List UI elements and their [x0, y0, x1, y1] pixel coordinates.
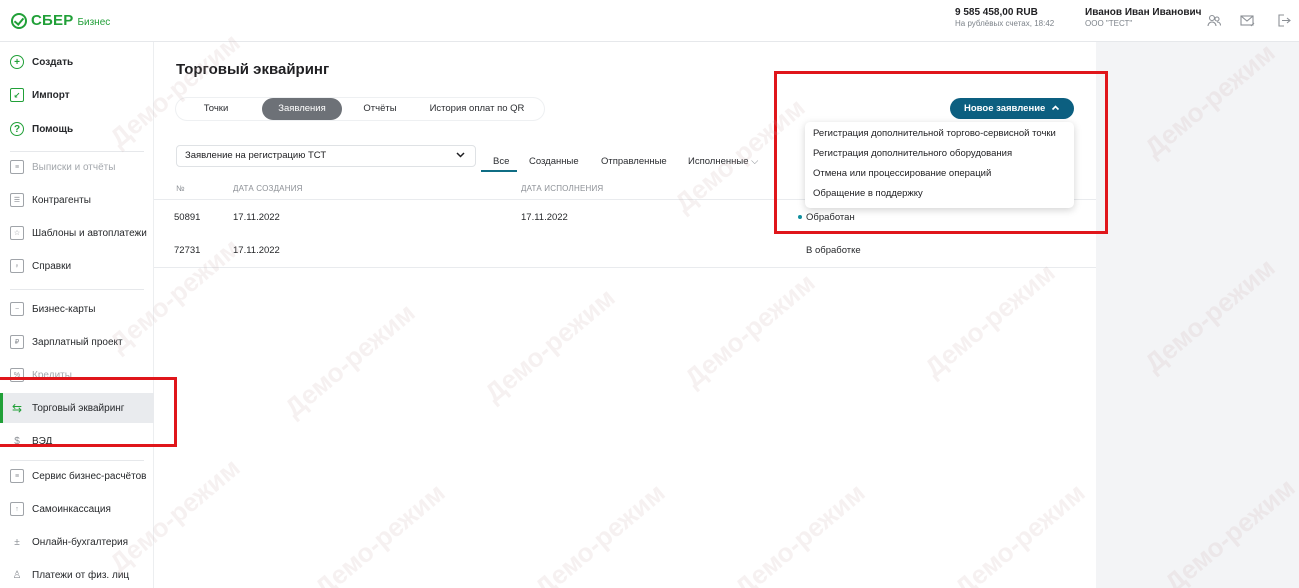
payments-icon: ♙ — [12, 569, 22, 581]
user-name: Иванов Иван Иванович — [1085, 7, 1202, 18]
sidebar-item-certificates[interactable]: ♀ Справки — [0, 251, 154, 281]
sidebar-item-label: Справки — [32, 260, 72, 272]
filter-all[interactable]: Все — [493, 156, 509, 167]
table-row[interactable]: 72731 17.11.2022 В обработке — [154, 238, 1096, 262]
sidebar-item-salary[interactable]: ₽ Зарплатный проект — [0, 327, 154, 357]
page-title: Торговый эквайринг — [176, 61, 330, 78]
business-settlements-icon: ≡ — [10, 469, 24, 483]
row-executed-date: 17.11.2022 — [521, 212, 568, 223]
column-executed-date: ДАТА ИСПОЛНЕНИЯ — [521, 184, 604, 193]
filter-executed[interactable]: Исполненные ⌵ — [688, 156, 758, 167]
user-menu[interactable]: Иванов Иван Иванович ООО "ТЕСТ" — [1085, 7, 1201, 28]
sidebar-item-business-settlements[interactable]: ≡ Сервис бизнес-расчётов — [0, 461, 154, 491]
sidebar-item-label: Шаблоны и автоплатежи — [32, 227, 147, 239]
highlight-box-new-request — [774, 71, 1108, 234]
chevron-down-icon — [456, 146, 465, 166]
sidebar: + Создать ↙ Импорт ? Помощь ≡ Выписки и … — [0, 42, 154, 588]
sidebar-item-label: Сервис бизнес-расчётов — [32, 470, 147, 482]
sber-logo-icon — [11, 12, 27, 29]
logo-brand-name: СБЕР — [31, 12, 74, 29]
logo-brand-suffix: Бизнес — [77, 16, 111, 28]
sidebar-divider — [10, 289, 144, 290]
sidebar-item-help[interactable]: ? Помощь — [0, 114, 154, 144]
sidebar-item-payments[interactable]: ♙ Платежи от физ. лиц — [0, 560, 154, 588]
logout-icon[interactable] — [1276, 14, 1292, 28]
sidebar-item-self-collection[interactable]: ↑ Самоинкассация — [0, 494, 154, 524]
tab-applications[interactable]: Заявления — [262, 98, 342, 120]
balance-caption: На рублёвых счетах, 18:42 — [955, 19, 1055, 28]
sidebar-item-label: Самоинкассация — [32, 503, 111, 515]
row-number: 50891 — [174, 212, 201, 223]
sidebar-item-label: Платежи от физ. лиц — [32, 569, 130, 581]
sidebar-item-label: Контрагенты — [32, 194, 91, 206]
plus-circle-icon: + — [10, 55, 24, 69]
row-created-date: 17.11.2022 — [233, 245, 280, 256]
templates-icon: ☆ — [10, 226, 24, 240]
filter-created[interactable]: Созданные — [529, 156, 579, 167]
salary-icon: ₽ — [10, 335, 24, 349]
sidebar-item-label: Помощь — [32, 123, 74, 135]
column-created-date: ДАТА СОЗДАНИЯ — [233, 184, 303, 193]
top-header: СБЕР Бизнес 9 585 458,00 RUB На рублёвых… — [0, 0, 1299, 42]
active-filter-underline — [481, 170, 517, 172]
account-balance[interactable]: 9 585 458,00 RUB На рублёвых счетах, 18:… — [955, 7, 1054, 28]
filter-sent[interactable]: Отправленные — [601, 156, 667, 167]
sidebar-item-import[interactable]: ↙ Импорт — [0, 80, 154, 110]
sidebar-item-label: Выписки и отчёты — [32, 161, 116, 173]
filter-executed-label: Исполненные — [688, 156, 749, 167]
mail-icon[interactable] — [1240, 14, 1256, 28]
sidebar-item-label: Создать — [32, 56, 74, 68]
certificates-icon: ♀ — [10, 259, 24, 273]
accounting-icon: ± — [14, 536, 20, 548]
column-number: № — [176, 184, 185, 193]
tab-qr-history[interactable]: История оплат по QR — [418, 98, 536, 120]
sidebar-item-accounting[interactable]: ± Онлайн-бухгалтерия — [0, 527, 154, 557]
sidebar-item-label: Зарплатный проект — [32, 336, 123, 348]
help-icon: ? — [10, 122, 24, 136]
sidebar-item-business-cards[interactable]: − Бизнес-карты — [0, 294, 154, 324]
statements-icon: ≡ — [10, 160, 24, 174]
application-type-select[interactable]: Заявление на регистрацию ТСТ — [176, 145, 476, 167]
row-created-date: 17.11.2022 — [233, 212, 280, 223]
sidebar-item-label: Онлайн-бухгалтерия — [32, 536, 129, 548]
balance-amount: 9 585 458,00 RUB — [955, 7, 1038, 18]
section-tabs: Точки Заявления Отчёты История оплат по … — [176, 98, 544, 120]
sidebar-item-label: Импорт — [32, 89, 70, 101]
sidebar-item-templates[interactable]: ☆ Шаблоны и автоплатежи — [0, 218, 154, 248]
select-value: Заявление на регистрацию ТСТ — [185, 150, 327, 161]
sidebar-item-create[interactable]: + Создать — [0, 47, 154, 77]
profile-icon[interactable] — [1206, 14, 1222, 28]
right-panel — [1096, 42, 1299, 588]
sber-logo[interactable]: СБЕР Бизнес — [11, 12, 110, 29]
organization-name: ООО "ТЕСТ" — [1085, 19, 1133, 28]
table-bottom-border — [154, 267, 1096, 268]
highlight-box-acquiring — [0, 377, 177, 447]
row-status: В обработке — [806, 245, 861, 256]
self-collection-icon: ↑ — [10, 502, 24, 516]
import-icon: ↙ — [10, 88, 24, 102]
sidebar-item-label: Бизнес-карты — [32, 303, 96, 315]
contractors-icon: ☰ — [10, 193, 24, 207]
sidebar-item-statements[interactable]: ≡ Выписки и отчёты — [0, 152, 154, 182]
sidebar-item-contractors[interactable]: ☰ Контрагенты — [0, 185, 154, 215]
row-number: 72731 — [174, 245, 201, 256]
tab-points[interactable]: Точки — [188, 98, 244, 120]
card-icon: − — [10, 302, 24, 316]
chevron-down-icon: ⌵ — [751, 156, 759, 167]
tab-reports[interactable]: Отчёты — [350, 98, 410, 120]
